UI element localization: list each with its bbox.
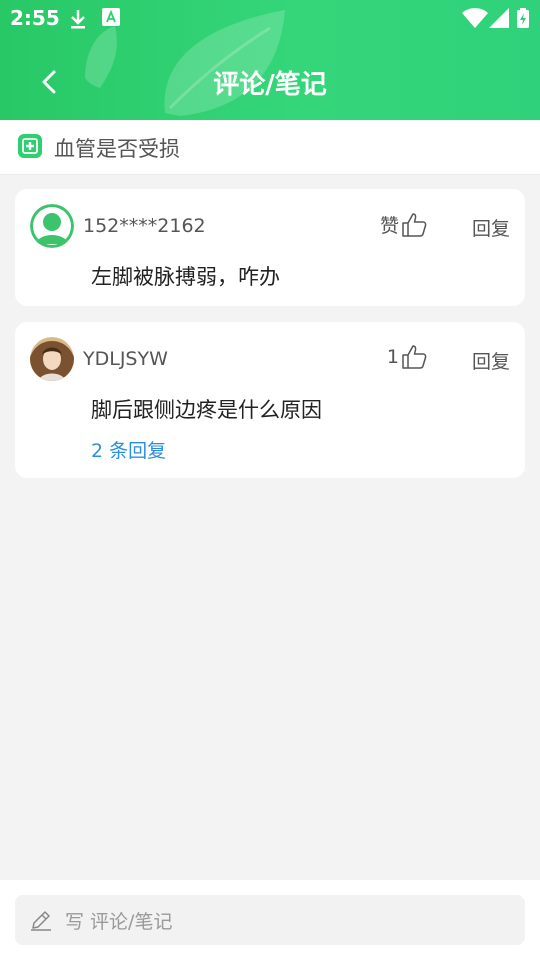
topic-bar: 血管是否受损 <box>0 120 540 175</box>
comment-input-placeholder: 写 评论/笔记 <box>65 911 173 933</box>
thumbs-up-icon <box>402 212 427 237</box>
reply-button[interactable]: 回复 <box>472 214 510 241</box>
download-icon <box>71 10 85 29</box>
translate-icon <box>102 8 120 26</box>
comment-card: 152****2162 赞 回复 左脚被脉搏弱，咋办 <box>15 189 525 306</box>
reply-button[interactable]: 回复 <box>472 347 510 374</box>
avatar[interactable] <box>30 204 74 248</box>
thumbs-up-icon <box>402 345 427 369</box>
user-photo-icon <box>30 337 74 381</box>
comment-input[interactable]: 写 评论/笔记 <box>15 895 525 945</box>
battery-charging-icon <box>517 8 529 28</box>
status-bar: 2:55 <box>0 0 540 36</box>
title-bar: 评论/笔记 <box>0 56 540 108</box>
like-button[interactable]: 赞 <box>380 211 427 238</box>
status-time: 2:55 <box>10 6 60 30</box>
comment-text: 脚后跟侧边疼是什么原因 <box>91 398 322 422</box>
pen-icon <box>31 911 51 931</box>
like-button[interactable]: 1 <box>387 344 427 370</box>
user-name: YDLJSYW <box>83 348 168 370</box>
bottom-bar: 写 评论/笔记 <box>0 880 540 960</box>
comment-card: YDLJSYW 1 回复 脚后跟侧边疼是什么原因 2 条回复 <box>15 322 525 478</box>
medical-kit-icon <box>18 134 42 158</box>
like-count: 1 <box>386 346 399 368</box>
default-avatar-icon <box>30 204 74 248</box>
comment-text: 左脚被脉搏弱，咋办 <box>91 265 280 289</box>
view-replies-link[interactable]: 2 条回复 <box>91 436 166 463</box>
header: 2:55 评论/笔记 <box>0 0 540 120</box>
like-label: 赞 <box>379 215 399 237</box>
wifi-icon <box>462 8 488 28</box>
cellular-signal-icon <box>489 8 509 28</box>
page-title: 评论/笔记 <box>213 70 327 100</box>
avatar[interactable] <box>30 337 74 381</box>
user-name: 152****2162 <box>83 215 206 237</box>
topic-title: 血管是否受损 <box>54 137 180 161</box>
